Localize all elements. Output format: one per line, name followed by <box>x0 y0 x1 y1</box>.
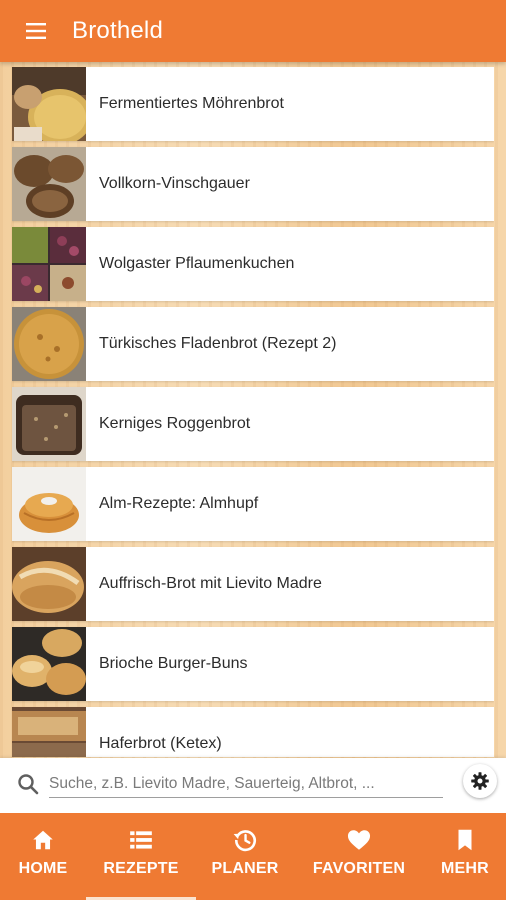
bottom-navigation: HOME REZEPTE PLANER FAVORITEN MEHR <box>0 813 506 900</box>
recipe-thumbnail <box>12 387 86 461</box>
nav-home[interactable]: HOME <box>0 813 86 900</box>
nav-planer[interactable]: PLANER <box>196 813 294 900</box>
hamburger-menu-icon <box>26 23 46 39</box>
nav-planer-label: PLANER <box>211 860 279 877</box>
recipe-card[interactable]: Türkisches Fladenbrot (Rezept 2) <box>12 307 494 381</box>
recipe-title: Türkisches Fladenbrot (Rezept 2) <box>99 335 337 352</box>
recipe-thumbnail <box>12 627 86 701</box>
recipe-title: Haferbrot (Ketex) <box>99 735 222 752</box>
recipe-title: Alm-Rezepte: Almhupf <box>99 495 259 512</box>
recipe-card[interactable]: Vollkorn-Vinschgauer <box>12 147 494 221</box>
bookmark-icon <box>458 829 472 851</box>
search-icon <box>18 774 39 795</box>
recipe-card[interactable]: Fermentiertes Möhrenbrot <box>12 67 494 141</box>
recipe-card[interactable]: Alm-Rezepte: Almhupf <box>12 467 494 541</box>
history-icon <box>233 830 257 852</box>
recipe-title: Kerniges Roggenbrot <box>99 415 251 432</box>
recipe-thumbnail <box>12 67 86 141</box>
search-input[interactable] <box>49 770 443 798</box>
recipe-card[interactable]: Kerniges Roggenbrot <box>12 387 494 461</box>
recipe-card[interactable]: Brioche Burger-Buns <box>12 627 494 701</box>
app-title: Brotheld <box>72 17 163 44</box>
nav-rezepte-label: REZEPTE <box>103 860 179 877</box>
recipe-title: Vollkorn-Vinschgauer <box>99 175 250 192</box>
recipe-thumbnail <box>12 707 86 757</box>
recipe-card[interactable]: Haferbrot (Ketex) <box>12 707 494 757</box>
heart-icon <box>347 830 371 850</box>
recipe-thumbnail <box>12 467 86 541</box>
nav-favoriten-label: FAVORITEN <box>312 860 406 877</box>
home-icon <box>33 830 53 850</box>
app-bar: Brotheld <box>0 0 506 62</box>
menu-button[interactable] <box>0 0 72 62</box>
recipe-list[interactable]: Fermentiertes Möhrenbrot Vollkorn-Vinsch… <box>12 67 494 757</box>
search-bar <box>0 758 506 813</box>
recipe-card[interactable]: Auffrisch-Brot mit Lievito Madre <box>12 547 494 621</box>
recipe-title: Wolgaster Pflaumenkuchen <box>99 255 295 272</box>
recipe-thumbnail <box>12 307 86 381</box>
gear-icon <box>471 772 489 790</box>
list-icon <box>130 831 152 849</box>
recipe-thumbnail <box>12 147 86 221</box>
recipe-thumbnail <box>12 547 86 621</box>
recipe-title: Brioche Burger-Buns <box>99 655 248 672</box>
recipe-title: Auffrisch-Brot mit Lievito Madre <box>99 575 322 592</box>
recipe-title: Fermentiertes Möhrenbrot <box>99 95 284 112</box>
nav-rezepte[interactable]: REZEPTE <box>86 813 196 900</box>
recipe-thumbnail <box>12 227 86 301</box>
nav-home-label: HOME <box>18 860 68 877</box>
nav-mehr-label: MEHR <box>441 860 489 877</box>
recipe-card[interactable]: Wolgaster Pflaumenkuchen <box>12 227 494 301</box>
nav-mehr[interactable]: MEHR <box>424 813 506 900</box>
nav-favoriten[interactable]: FAVORITEN <box>294 813 424 900</box>
search-settings-button[interactable] <box>463 764 497 798</box>
